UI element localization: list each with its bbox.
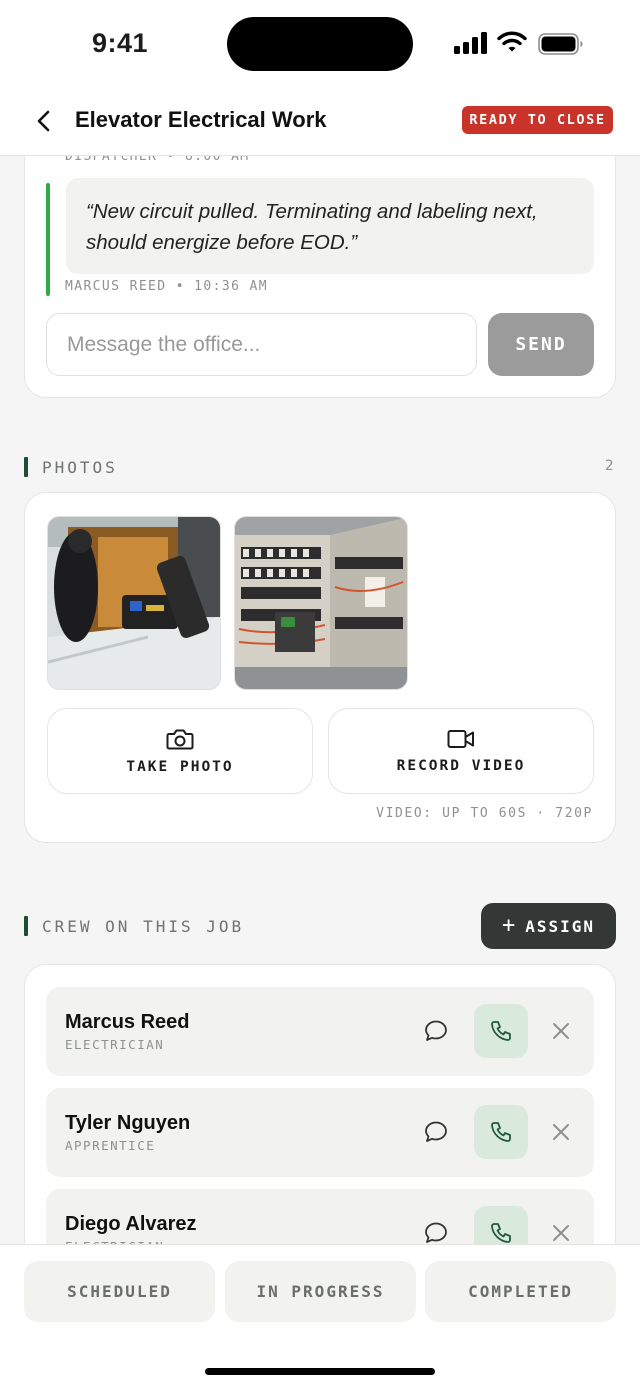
crew-member-name: Marcus Reed (65, 1011, 190, 1033)
phone-icon (491, 1122, 511, 1142)
take-photo-label: TAKE PHOTO (126, 759, 234, 775)
section-marker (24, 916, 28, 936)
message-icon[interactable] (423, 1119, 449, 1145)
message-icon[interactable] (423, 1018, 449, 1044)
home-indicator[interactable] (205, 1368, 435, 1375)
status-badge: READY TO CLOSE (462, 106, 613, 134)
crew-member-name: Tyler Nguyen (65, 1112, 191, 1134)
photo-count: 2 (605, 458, 614, 474)
page-title: Elevator Electrical Work (75, 107, 327, 132)
message-input-placeholder: Message the office... (67, 332, 261, 356)
crew-member-name: Diego Alvarez (65, 1213, 197, 1235)
cellular-signal-icon (454, 32, 488, 54)
tab-in-progress[interactable]: IN PROGRESS (225, 1261, 416, 1322)
phone-icon (491, 1021, 511, 1041)
status-time: 9:41 (92, 28, 149, 58)
record-video-label: RECORD VIDEO (396, 758, 526, 774)
job-status-bar: SCHEDULED IN PROGRESS COMPLETED (0, 1244, 640, 1387)
crew-member-role: APPRENTICE (65, 1138, 156, 1153)
message-meta: MARCUS REED • 10:36 AM (65, 279, 268, 294)
message-icon[interactable] (423, 1220, 449, 1246)
photos-section-header: PHOTOS (24, 457, 118, 477)
tab-completed[interactable]: COMPLETED (425, 1261, 616, 1322)
video-limit-note: VIDEO: UP TO 60S · 720P (376, 806, 593, 821)
crew-member-role: ELECTRICIAN (65, 1037, 165, 1052)
photo-thumbnail[interactable] (47, 516, 221, 690)
remove-icon[interactable] (550, 1121, 572, 1143)
back-chevron-icon[interactable] (30, 107, 58, 135)
remove-icon[interactable] (550, 1020, 572, 1042)
call-button[interactable] (474, 1004, 528, 1058)
photos-card: TAKE PHOTO RECORD VIDEO VIDEO: UP TO 60S… (24, 492, 616, 843)
tab-scheduled[interactable]: SCHEDULED (24, 1261, 215, 1322)
remove-icon[interactable] (550, 1222, 572, 1244)
take-photo-button[interactable]: TAKE PHOTO (47, 708, 313, 794)
message-bubble: “New circuit pulled. Terminating and lab… (66, 178, 594, 274)
crew-section-title: CREW ON THIS JOB (42, 916, 245, 936)
send-button[interactable]: SEND (488, 313, 594, 376)
assign-button[interactable]: + ASSIGN (481, 903, 616, 949)
section-marker (24, 457, 28, 477)
call-button[interactable] (474, 1105, 528, 1159)
message-thread-line (46, 183, 50, 296)
phone-icon (491, 1223, 511, 1243)
photos-section-title: PHOTOS (42, 457, 118, 477)
camera-icon (166, 729, 194, 750)
crew-section-header: CREW ON THIS JOB (24, 916, 244, 936)
crew-member-row: Tyler Nguyen APPRENTICE (46, 1088, 594, 1177)
status-bar: 9:41 (0, 0, 640, 90)
assign-label: ASSIGN (525, 916, 596, 936)
plus-icon: + (501, 912, 516, 938)
record-video-button[interactable]: RECORD VIDEO (328, 708, 594, 794)
top-nav-bar: Elevator Electrical Work READY TO CLOSE (0, 90, 640, 156)
dynamic-island (227, 17, 413, 71)
wifi-icon (497, 31, 527, 52)
photo-thumbnail[interactable] (234, 516, 408, 690)
battery-icon (538, 33, 583, 55)
crew-member-row: Marcus Reed ELECTRICIAN (46, 987, 594, 1076)
video-camera-icon (447, 730, 474, 748)
scroll-content[interactable]: DISPATCHER • 8:00 AM “New circuit pulled… (0, 0, 640, 1387)
message-input[interactable]: Message the office... (46, 313, 477, 376)
